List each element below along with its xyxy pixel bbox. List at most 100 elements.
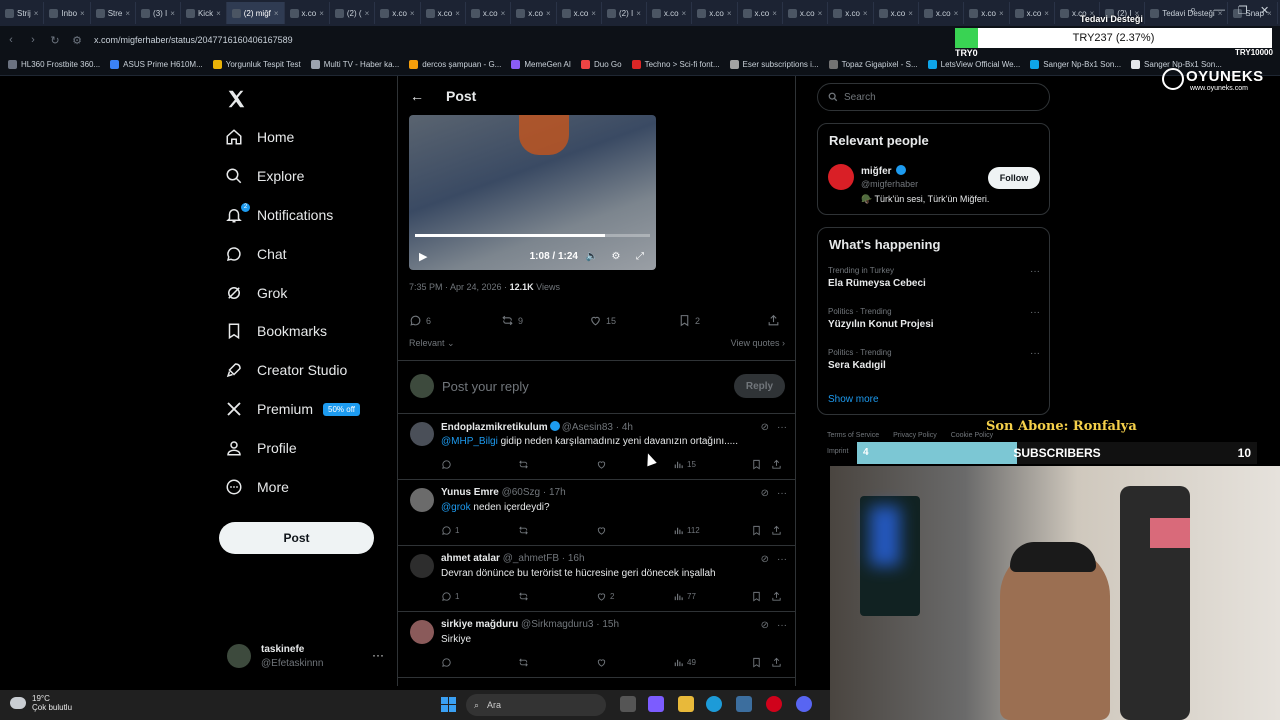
grok-icon[interactable]: ⊘ xyxy=(761,488,769,499)
store-icon[interactable] xyxy=(736,696,752,712)
browser-tab[interactable]: x.co × xyxy=(1010,2,1055,24)
more-icon[interactable]: ··· xyxy=(777,488,787,499)
fullscreen-icon[interactable]: ⤢ xyxy=(632,251,648,262)
heart-action[interactable] xyxy=(596,459,610,470)
tab-close-icon[interactable]: × xyxy=(954,9,959,18)
browser-tab[interactable]: (3) I × xyxy=(136,2,181,24)
tab-close-icon[interactable]: × xyxy=(274,9,279,18)
weather-widget[interactable]: 19°C Çok bulutlu xyxy=(10,694,72,712)
reply-action[interactable]: 1 xyxy=(441,525,459,536)
repost-action[interactable]: 9 xyxy=(501,314,523,327)
bookmark-item[interactable]: dercos şampuan - G... xyxy=(409,60,501,69)
browser-tab[interactable]: x.co × xyxy=(285,2,330,24)
reply-item[interactable]: ahmet atalar @_ahmetFB · 16h Devran dönün… xyxy=(398,546,795,612)
trend-item[interactable]: Politics · Trending Yüzyılın Konut Projes… xyxy=(828,307,1040,330)
url-field[interactable]: x.com/migferhaber/status/204771616040616… xyxy=(94,35,293,45)
repost-action[interactable] xyxy=(518,525,529,536)
grok-icon[interactable]: ⊘ xyxy=(761,554,769,565)
tab-close-icon[interactable]: × xyxy=(591,9,596,18)
bookmark-action[interactable] xyxy=(751,657,762,668)
back-icon[interactable]: ‹ xyxy=(0,34,22,46)
tab-close-icon[interactable]: × xyxy=(999,9,1004,18)
browser-tab[interactable]: x.co × xyxy=(738,2,783,24)
like-action[interactable]: 15 xyxy=(589,314,616,327)
browser-tab[interactable]: (2) (× xyxy=(330,2,376,24)
bookmark-action[interactable] xyxy=(751,525,762,536)
share-action[interactable] xyxy=(771,459,782,470)
search-input[interactable]: Search xyxy=(817,83,1050,111)
browser-tab[interactable]: x.co × xyxy=(647,2,693,24)
footer-link[interactable]: Terms of Service xyxy=(827,432,879,439)
more-icon[interactable]: ··· xyxy=(1030,266,1040,277)
footer-imprint-link[interactable]: Imprint xyxy=(827,448,848,455)
close-window-icon[interactable]: ✕ xyxy=(1260,4,1269,17)
play-icon[interactable]: ▶ xyxy=(419,250,427,263)
reply-author-name[interactable]: Endoplazmikretikulum xyxy=(441,422,548,433)
tab-close-icon[interactable]: × xyxy=(80,9,85,18)
tab-close-icon[interactable]: × xyxy=(319,9,324,18)
browser-tab[interactable]: x.co × xyxy=(964,2,1010,24)
bookmark-item[interactable]: HL360 Frostbite 360... xyxy=(8,60,100,69)
browser-tab[interactable]: x.co × xyxy=(375,2,421,24)
tab-close-icon[interactable]: × xyxy=(636,9,641,18)
browser-tab[interactable]: x.co × xyxy=(783,2,829,24)
trend-item[interactable]: Politics · Trending Sera Kadıgil ··· xyxy=(828,348,1040,371)
volume-icon[interactable]: 🔈 xyxy=(584,251,600,262)
browser-tab[interactable]: x.co × xyxy=(511,2,557,24)
bookmark-item[interactable]: Yorgunluk Tespit Test xyxy=(212,60,301,69)
nav-item-premium[interactable]: Premium 50% off xyxy=(225,394,360,424)
views-action[interactable]: 77 xyxy=(673,591,696,602)
browser-tab[interactable]: x.co × xyxy=(919,2,965,24)
reply-item[interactable]: Yunus Emre @60Szg · 17h @grok neden içerd… xyxy=(398,480,795,546)
bookmark-item[interactable]: MemeGen AI xyxy=(511,60,571,69)
nav-item-explore[interactable]: Explore xyxy=(225,161,304,191)
footer-link[interactable]: Privacy Policy xyxy=(893,432,937,439)
share-action[interactable] xyxy=(771,657,782,668)
tab-close-icon[interactable]: × xyxy=(34,9,39,18)
reply-author-name[interactable]: sirkiye mağduru xyxy=(441,619,518,630)
folder-icon[interactable] xyxy=(678,696,694,712)
bookmark-item[interactable]: Techno > Sci-fi font... xyxy=(631,60,720,69)
browser-tab[interactable]: Inbo × xyxy=(44,2,91,24)
browser-tab[interactable]: x.co × xyxy=(466,2,512,24)
nav-item-profile[interactable]: Profile xyxy=(225,433,297,463)
tab-close-icon[interactable]: × xyxy=(908,9,913,18)
more-icon[interactable]: ··· xyxy=(777,620,787,631)
show-more-link[interactable]: Show more xyxy=(828,394,879,405)
maximize-icon[interactable]: ❐ xyxy=(1238,4,1248,17)
bookmark-action[interactable] xyxy=(751,459,762,470)
tab-close-icon[interactable]: × xyxy=(727,9,732,18)
bookmark-item[interactable]: LetsView Official We... xyxy=(927,60,1020,69)
share-action[interactable] xyxy=(771,525,782,536)
avatar[interactable] xyxy=(410,422,434,446)
bookmark-action[interactable] xyxy=(751,591,762,602)
views-action[interactable]: 112 xyxy=(673,525,700,536)
avatar[interactable] xyxy=(410,620,434,644)
tab-close-icon[interactable]: × xyxy=(1044,9,1049,18)
file-explorer-icon[interactable] xyxy=(620,696,636,712)
site-info-icon[interactable]: ⚙ xyxy=(66,34,88,47)
grok-icon[interactable]: ⊘ xyxy=(761,620,769,631)
bookmark-item[interactable]: Duo Go xyxy=(581,60,622,69)
account-switcher[interactable]: taskinefe @Efetaskinnn ··· xyxy=(227,642,387,672)
browser-tab[interactable]: Kick × xyxy=(181,2,227,24)
repost-action[interactable] xyxy=(518,591,529,602)
nav-item-creator-studio[interactable]: Creator Studio xyxy=(225,355,347,385)
browser-tab[interactable]: (2) I × xyxy=(602,2,647,24)
taskbar-search[interactable]: ⌕ Ara xyxy=(466,694,606,716)
nav-item-home[interactable]: Home xyxy=(225,122,294,152)
tab-close-icon[interactable]: × xyxy=(546,9,551,18)
nav-item-bookmarks[interactable]: Bookmarks xyxy=(225,316,327,346)
tab-close-icon[interactable]: × xyxy=(455,9,460,18)
repost-action[interactable] xyxy=(518,459,529,470)
nav-item-chat[interactable]: Chat xyxy=(225,239,287,269)
share-action[interactable] xyxy=(771,591,782,602)
heart-action[interactable]: 2 xyxy=(596,591,614,602)
tab-close-icon[interactable]: × xyxy=(125,9,130,18)
bookmark-item[interactable]: Topaz Gigapixel - S... xyxy=(828,60,918,69)
more-icon[interactable]: ··· xyxy=(372,648,384,662)
tab-close-icon[interactable]: × xyxy=(501,9,506,18)
views-action[interactable]: 49 xyxy=(673,657,696,668)
more-icon[interactable]: ··· xyxy=(777,554,787,565)
browser-tab[interactable]: x.co × xyxy=(557,2,602,24)
